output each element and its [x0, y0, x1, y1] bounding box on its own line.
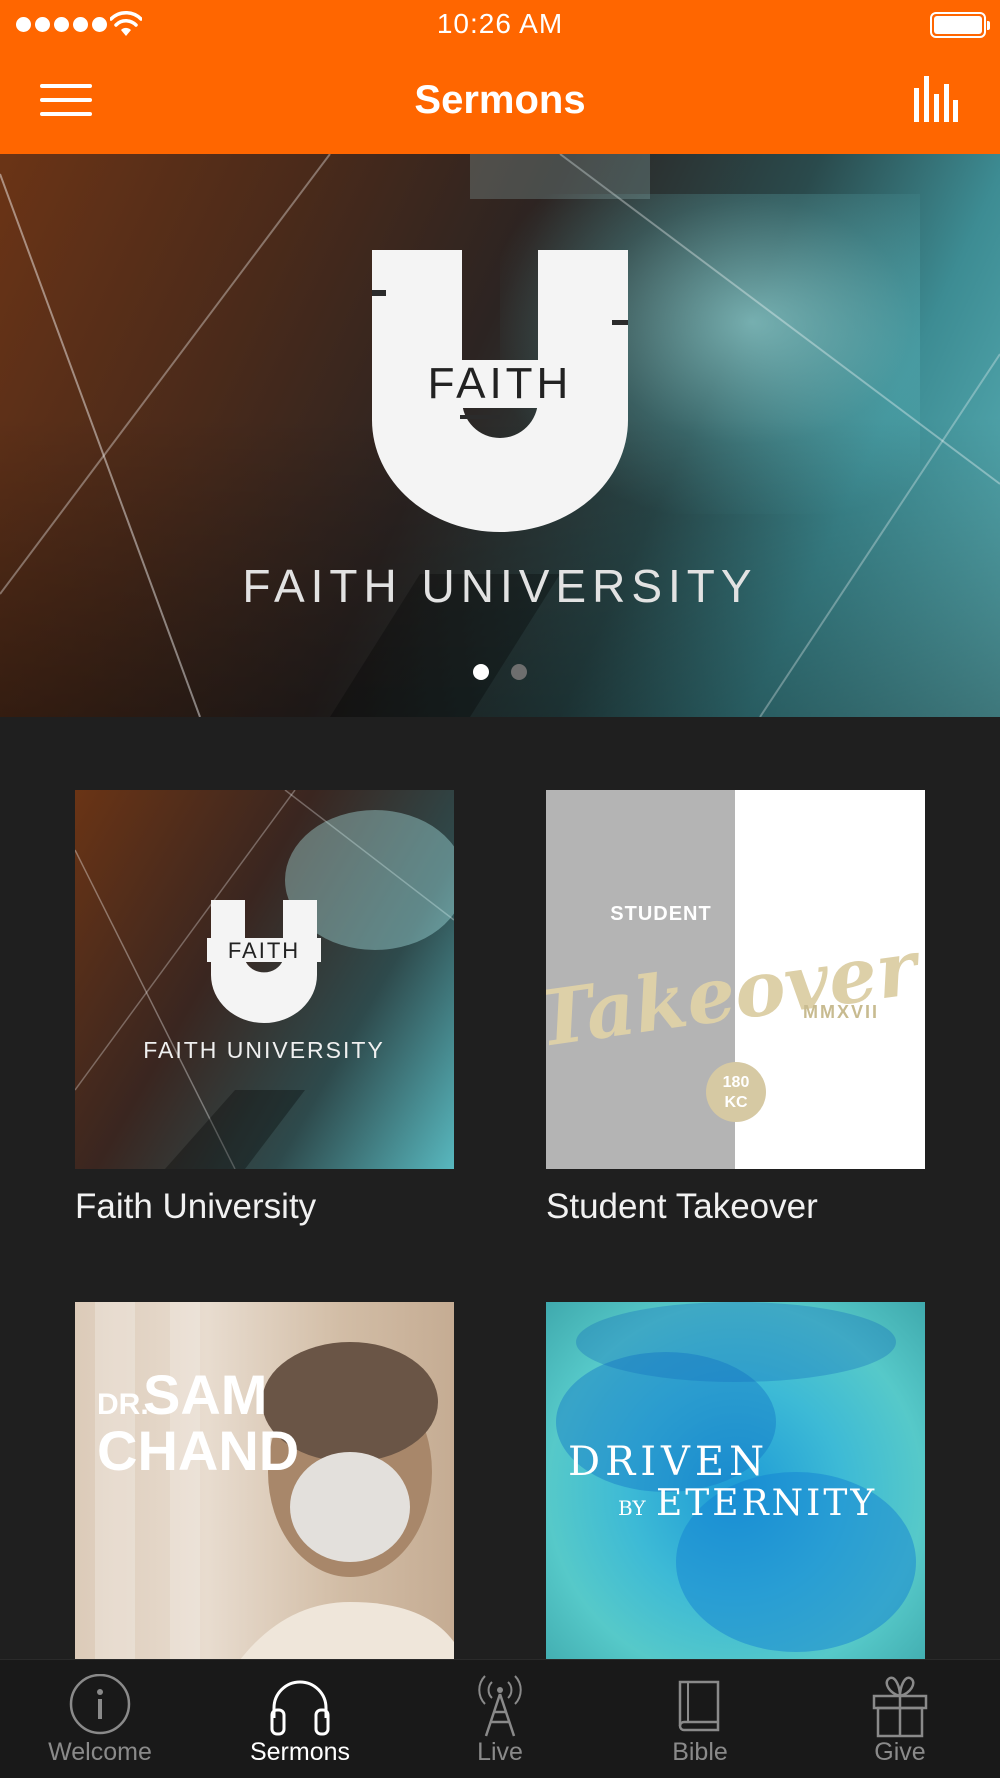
driven-by-eternity-artwork: DRIVEN BY ETERNITY	[556, 1302, 916, 1652]
svg-text:BY: BY	[618, 1496, 646, 1520]
svg-text:FAITH UNIVERSITY: FAITH UNIVERSITY	[143, 1037, 385, 1063]
status-time: 10:26 AM	[436, 8, 564, 39]
info-icon	[69, 1674, 131, 1735]
headphones-icon	[270, 1680, 330, 1736]
page-dot-2[interactable]	[511, 664, 527, 680]
battery-icon	[930, 12, 990, 38]
tab-live[interactable]: Live	[400, 1660, 600, 1778]
tab-bar: Welcome Sermons Live Bible Give	[0, 1659, 1000, 1778]
svg-text:DR.: DR.	[97, 1388, 149, 1421]
svg-text:MMXVII: MMXVII	[803, 1002, 879, 1022]
svg-text:DRIVEN: DRIVEN	[568, 1439, 769, 1485]
student-takeover-artwork: STUDENT Takeover MMXVII 180 KC	[546, 903, 925, 1122]
series-artwork[interactable]: STUDENT Takeover MMXVII 180 KC	[546, 790, 925, 1169]
banner-caption: FAITH UNIVERSITY	[242, 560, 758, 612]
svg-text:STUDENT: STUDENT	[610, 903, 711, 925]
page-title: Sermons	[414, 78, 586, 122]
navigation-bar: Sermons	[0, 50, 1000, 154]
page-indicator	[0, 664, 1000, 680]
broadcast-tower-icon	[478, 1675, 522, 1737]
tab-label: Live	[477, 1738, 523, 1766]
series-card-sam-chand[interactable]: DR. SAM CHAND	[75, 1302, 454, 1699]
series-artwork[interactable]: DRIVEN BY ETERNITY	[546, 1302, 925, 1681]
tab-bible[interactable]: Bible	[600, 1660, 800, 1778]
svg-text:CHAND: CHAND	[97, 1419, 299, 1482]
series-artwork[interactable]: DR. SAM CHAND	[75, 1302, 454, 1681]
equalizer-icon[interactable]	[912, 74, 958, 122]
book-icon	[678, 1680, 720, 1732]
series-title[interactable]: Faith University	[75, 1187, 454, 1227]
series-card-driven-by-eternity[interactable]: DRIVEN BY ETERNITY	[546, 1302, 925, 1699]
faith-u-logo: FAITH	[372, 250, 628, 532]
series-card-faith-university[interactable]: FAITH FAITH UNIVERSITY Faith University	[75, 790, 454, 1227]
tab-sermons[interactable]: Sermons	[200, 1660, 400, 1778]
tab-welcome[interactable]: Welcome	[0, 1660, 200, 1778]
series-artwork[interactable]: FAITH FAITH UNIVERSITY	[75, 790, 454, 1169]
svg-text:KC: KC	[724, 1094, 748, 1111]
featured-banner[interactable]: FAITH FAITH UNIVERSITY	[0, 154, 1000, 717]
gift-icon	[872, 1676, 928, 1738]
series-title[interactable]: Student Takeover	[546, 1187, 925, 1227]
tab-label: Sermons	[249, 1738, 351, 1766]
faith-u-logo-text: FAITH	[428, 359, 573, 408]
sam-chand-artwork: DR. SAM CHAND	[95, 1302, 454, 1681]
page-dot-1[interactable]	[473, 664, 489, 680]
tab-label: Give	[874, 1738, 926, 1766]
tab-label: Welcome	[48, 1738, 152, 1766]
svg-text:SAM: SAM	[143, 1363, 267, 1426]
top-bar: 10:26 AM Sermons	[0, 0, 1000, 154]
svg-text:Takeover: Takeover	[546, 922, 925, 1064]
series-card-student-takeover[interactable]: STUDENT Takeover MMXVII 180 KC Student T…	[546, 790, 925, 1227]
svg-text:ETERNITY: ETERNITY	[656, 1483, 877, 1524]
faith-university-artwork: FAITH FAITH UNIVERSITY	[75, 790, 454, 1169]
tab-give[interactable]: Give	[800, 1660, 1000, 1778]
svg-text:FAITH: FAITH	[228, 938, 300, 963]
tab-label: Bible	[672, 1738, 728, 1766]
status-bar: 10:26 AM	[0, 0, 1000, 50]
svg-text:180: 180	[723, 1074, 750, 1091]
